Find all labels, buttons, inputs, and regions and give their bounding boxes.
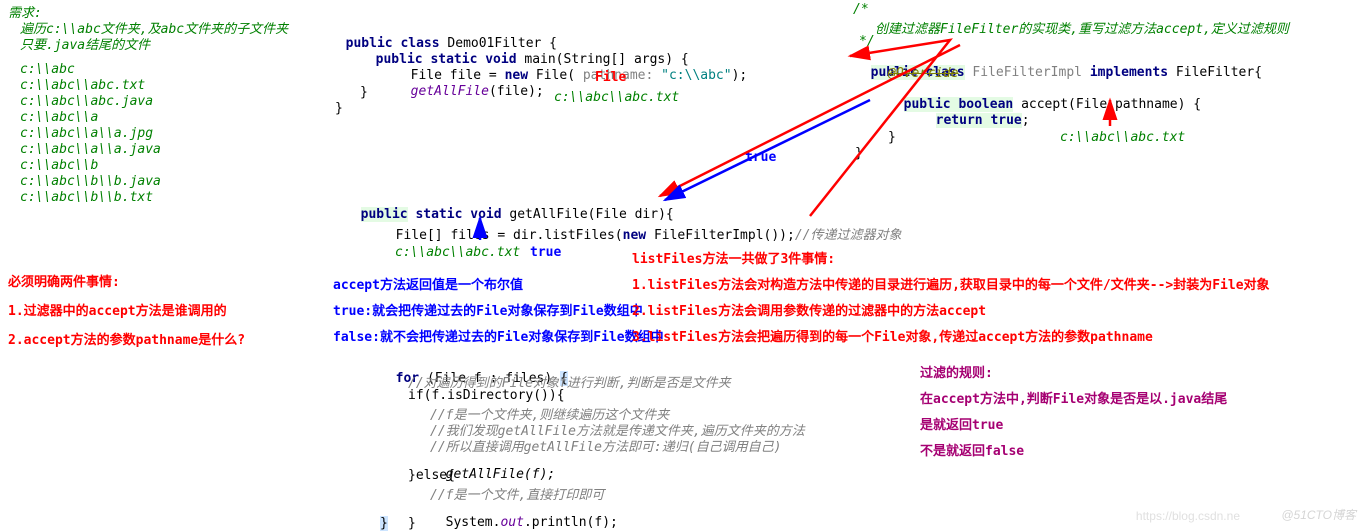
redleft-t: 必须明确两件事情: xyxy=(8,271,120,290)
req-p9: c:\\abc\\b\\b.txt xyxy=(20,190,153,205)
rt-c2: 创建过滤器FileFilter的实现类,重写过滤方法accept,定义过滤规则 xyxy=(875,18,1289,37)
rt-ret: return true xyxy=(936,113,1022,128)
code-rbr2: } xyxy=(335,101,343,116)
label-filepath: c:\\abc\\abc.txt xyxy=(554,90,679,105)
mid-true: true xyxy=(745,150,776,165)
rt-c1: /* xyxy=(853,2,869,17)
pink-t: 过滤的规则: xyxy=(920,362,993,381)
req-p5: c:\\abc\\a\\a.jpg xyxy=(20,126,153,141)
code-callrec-span: getAllFile(f); xyxy=(446,467,556,482)
code-close: ); xyxy=(732,68,748,83)
code-lf-line: File[] files = dir.listFiles( xyxy=(396,228,623,243)
blue-l1: accept方法返回值是一个布尔值 xyxy=(333,274,523,293)
code-rbA: } xyxy=(408,516,416,531)
code-m2-path: c:\\abc\\abc.txt xyxy=(395,245,520,260)
code-if: if(f.isDirectory()){ xyxy=(408,388,565,403)
req-p1: c:\\abc xyxy=(20,62,75,77)
rt-gclass: FileFilterImpl xyxy=(972,65,1082,80)
code-callarg: (file); xyxy=(489,84,544,99)
code-m2-true: true xyxy=(530,245,561,260)
blue-l2: true:就会把传递过去的File对象保存到File数组中 xyxy=(333,300,643,319)
watermark-csdn: https://blog.csdn.ne xyxy=(1136,509,1240,523)
pink-l3: 不是就返回false xyxy=(920,440,1024,459)
code-getallfile-call: getAllFile(file); xyxy=(395,69,544,99)
code-println: System.out.println(f); xyxy=(430,500,618,530)
req-p7: c:\\abc\\b xyxy=(20,158,98,173)
rt-accept: accept(File pathname) { xyxy=(1021,97,1201,112)
pink-l2: 是就返回true xyxy=(920,414,1003,433)
code-println-rest: .println(f); xyxy=(524,515,618,530)
redleft-l1: 1.过滤器中的accept方法是谁调用的 xyxy=(8,300,227,319)
code-rbB: } xyxy=(380,516,388,531)
code-lf-ctor: FileFilterImpl()); xyxy=(654,228,795,243)
code-rbr1: } xyxy=(360,85,368,100)
kw-impl: implements xyxy=(1090,65,1168,80)
code-lf-cmt: //传递过滤器对象 xyxy=(795,228,902,243)
red-t: listFiles方法一共做了3件事情: xyxy=(632,248,835,267)
code-listfiles: File[] files = dir.listFiles(new FileFil… xyxy=(380,209,902,243)
kw-new2: new xyxy=(623,228,646,243)
red-l3: 3.listFiles方法会把遍历得到的每一个File对象,传递过accept方… xyxy=(632,326,1153,345)
code-string: "c:\\abc" xyxy=(661,68,731,83)
rt-path: c:\\abc\\abc.txt xyxy=(1060,130,1185,145)
req-l2: 只要.java结尾的文件 xyxy=(20,34,150,53)
req-p8: c:\\abc\\b\\b.java xyxy=(20,174,161,189)
watermark-51cto: @51CTO博客 xyxy=(1281,506,1356,523)
code-else: }else{ xyxy=(408,468,455,483)
pink-l1: 在accept方法中,判断File对象是否是以.java结尾 xyxy=(920,388,1227,407)
redleft-l2: 2.accept方法的参数pathname是什么? xyxy=(8,329,245,348)
rt-rb1: } xyxy=(888,130,896,145)
label-file: File xyxy=(595,70,626,85)
rt-c3: */ xyxy=(859,34,875,49)
req-p3: c:\\abc\\abc.java xyxy=(20,94,153,109)
code-call: getAllFile xyxy=(411,84,489,99)
rt-rb2: } xyxy=(855,146,863,161)
red-l1: 1.listFiles方法会对构造方法中传递的目录进行遍历,获取目录中的每一个文… xyxy=(632,274,1270,293)
req-p6: c:\\abc\\a\\a.java xyxy=(20,142,161,157)
rt-override: @Override xyxy=(888,66,958,81)
req-p4: c:\\abc\\a xyxy=(20,110,98,125)
code-out: out xyxy=(500,515,523,530)
red-l2: 2.listFiles方法会调用参数传递的过滤器中的方法accept xyxy=(632,300,986,319)
blue-l3: false:就不会把传递过去的File对象保存到File数组中 xyxy=(333,326,664,345)
code-sys: System. xyxy=(446,515,501,530)
rt-return: return true; xyxy=(920,98,1030,128)
req-p2: c:\\abc\\abc.txt xyxy=(20,78,145,93)
rt-iface: FileFilter{ xyxy=(1176,65,1262,80)
rt-semi: ; xyxy=(1022,113,1030,128)
